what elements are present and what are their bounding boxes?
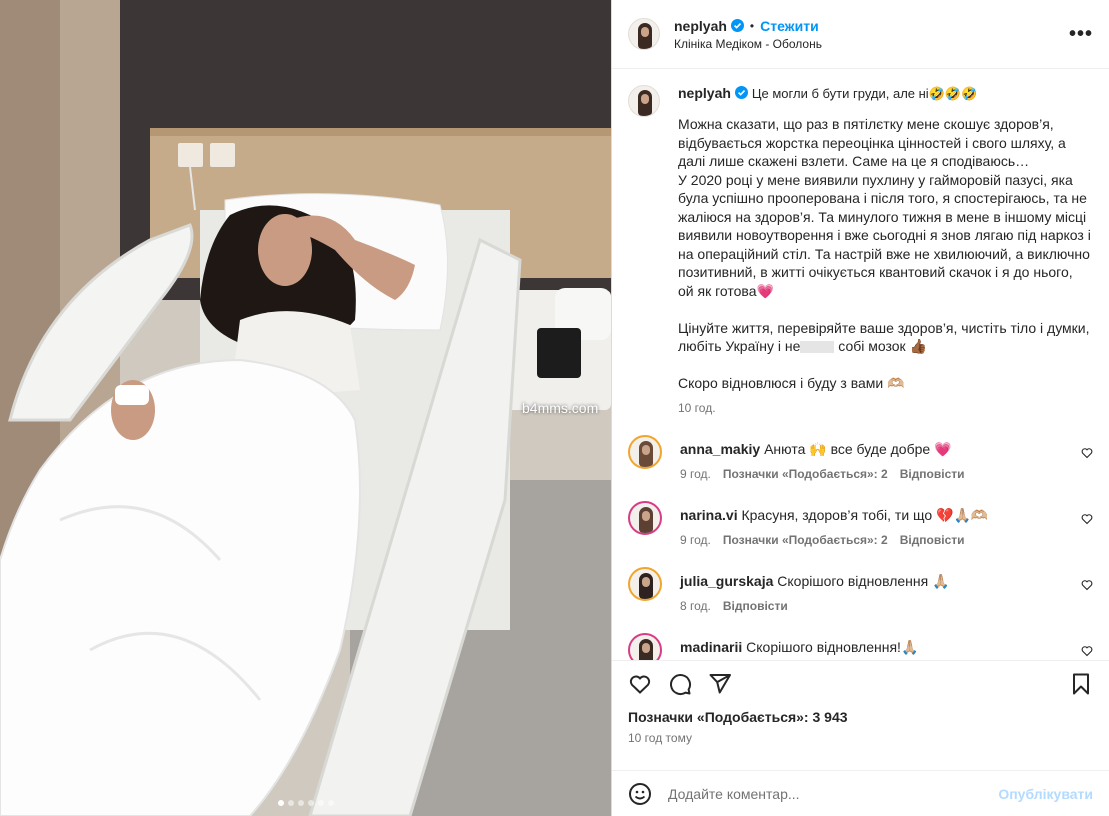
carousel-dot[interactable] <box>287 800 294 806</box>
comment-item: julia_gurskaja Скорішого відновлення 🙏🏼 … <box>628 566 1093 613</box>
caption-text-part1: Можна сказати, що раз в пятілєтку мене с… <box>678 116 1091 354</box>
comment-text: Анюта 🙌 все буде добре 💗 <box>764 440 952 457</box>
avatar[interactable] <box>628 18 660 50</box>
publish-button[interactable]: Опублікувати <box>998 786 1093 802</box>
verified-badge-icon <box>734 86 748 99</box>
avatar[interactable] <box>628 434 662 469</box>
comment-likes[interactable]: Позначки «Подобається»: 2 <box>723 533 888 547</box>
avatar[interactable] <box>628 85 660 117</box>
share-icon[interactable] <box>708 672 732 696</box>
carousel-dots <box>0 800 611 806</box>
likes-count[interactable]: Позначки «Подобається»: 3 943 <box>628 709 1093 725</box>
avatar[interactable] <box>628 632 662 660</box>
comment-likes[interactable]: Позначки «Подобається»: 2 <box>723 467 888 481</box>
comment-time[interactable]: 9 год. <box>680 467 711 481</box>
caption-title: Це могли б бути груди, але ні🤣🤣🤣 <box>751 86 978 101</box>
avatar[interactable] <box>628 500 662 535</box>
reply-button[interactable]: Відповісти <box>723 599 788 613</box>
post-header: neplyah • Стежити Клініка Медіком - Обол… <box>612 0 1109 69</box>
heart-icon[interactable] <box>1081 645 1093 657</box>
comment-username[interactable]: julia_gurskaja <box>680 573 773 589</box>
comment-username[interactable]: madinarii <box>680 639 742 655</box>
comment-time[interactable]: 9 год. <box>680 533 711 547</box>
add-comment-bar: Опублікувати <box>612 770 1109 816</box>
comment-text: Скорішого відновлення 🙏🏼 <box>777 572 950 589</box>
header-separator: • <box>749 18 755 33</box>
caption-time[interactable]: 10 год. <box>678 401 1093 415</box>
comment-time[interactable]: 8 год. <box>680 599 711 613</box>
comment-item: narina.vi Красуня, здоров’я тобі, ти що … <box>628 500 1093 547</box>
comment-item: madinarii Скорішого відновлення!🙏🏼 <box>628 632 1093 660</box>
comment-input[interactable] <box>668 785 999 802</box>
post-photo[interactable]: b4mms.com <box>0 0 611 816</box>
bookmark-icon[interactable] <box>1069 672 1093 696</box>
comment-text: Скорішого відновлення!🙏🏼 <box>746 638 919 655</box>
heart-icon[interactable] <box>628 672 652 696</box>
caption-text: Можна сказати, що раз в пятілєтку мене с… <box>678 115 1093 393</box>
follow-button[interactable]: Стежити <box>760 18 819 34</box>
photo-scene <box>0 0 611 816</box>
verified-badge-icon <box>730 19 744 32</box>
more-options-icon[interactable]: ••• <box>1069 24 1093 44</box>
carousel-dot[interactable] <box>277 800 284 806</box>
heart-icon[interactable] <box>1081 513 1093 525</box>
heart-icon[interactable] <box>1081 447 1093 459</box>
comment-username[interactable]: anna_makiy <box>680 441 760 457</box>
comment-text: Красуня, здоров’я тобі, ти що 💔🙏🏼🫶🏼 <box>741 506 989 523</box>
censor-block <box>800 341 835 354</box>
caption-username[interactable]: neplyah <box>678 85 731 101</box>
reply-button[interactable]: Відповісти <box>900 467 965 481</box>
comment-username[interactable]: narina.vi <box>680 507 738 523</box>
comment-icon[interactable] <box>668 672 692 696</box>
post-caption: neplyah Це могли б бути груди, але ні🤣🤣🤣 … <box>628 85 1093 415</box>
reply-button[interactable]: Відповісти <box>900 533 965 547</box>
avatar[interactable] <box>628 566 662 601</box>
header-username[interactable]: neplyah <box>674 18 727 34</box>
post-side-panel: neplyah • Стежити Клініка Медіком - Обол… <box>612 0 1109 816</box>
carousel-dot[interactable] <box>297 800 304 806</box>
carousel-dot[interactable] <box>327 800 334 806</box>
smile-icon[interactable] <box>628 782 652 806</box>
post-actions: Позначки «Подобається»: 3 943 10 год том… <box>612 660 1109 770</box>
watermark-text: b4mms.com <box>522 400 599 416</box>
comment-item: anna_makiy Анюта 🙌 все буде добре 💗 9 го… <box>628 434 1093 481</box>
heart-icon[interactable] <box>1081 579 1093 591</box>
carousel-dot[interactable] <box>317 800 324 806</box>
carousel-dot[interactable] <box>307 800 314 806</box>
post-time[interactable]: 10 год тому <box>628 731 1093 745</box>
location-link[interactable]: Клініка Медіком - Оболонь <box>674 37 822 51</box>
comments-list[interactable]: neplyah Це могли б бути груди, але ні🤣🤣🤣 … <box>612 69 1109 660</box>
